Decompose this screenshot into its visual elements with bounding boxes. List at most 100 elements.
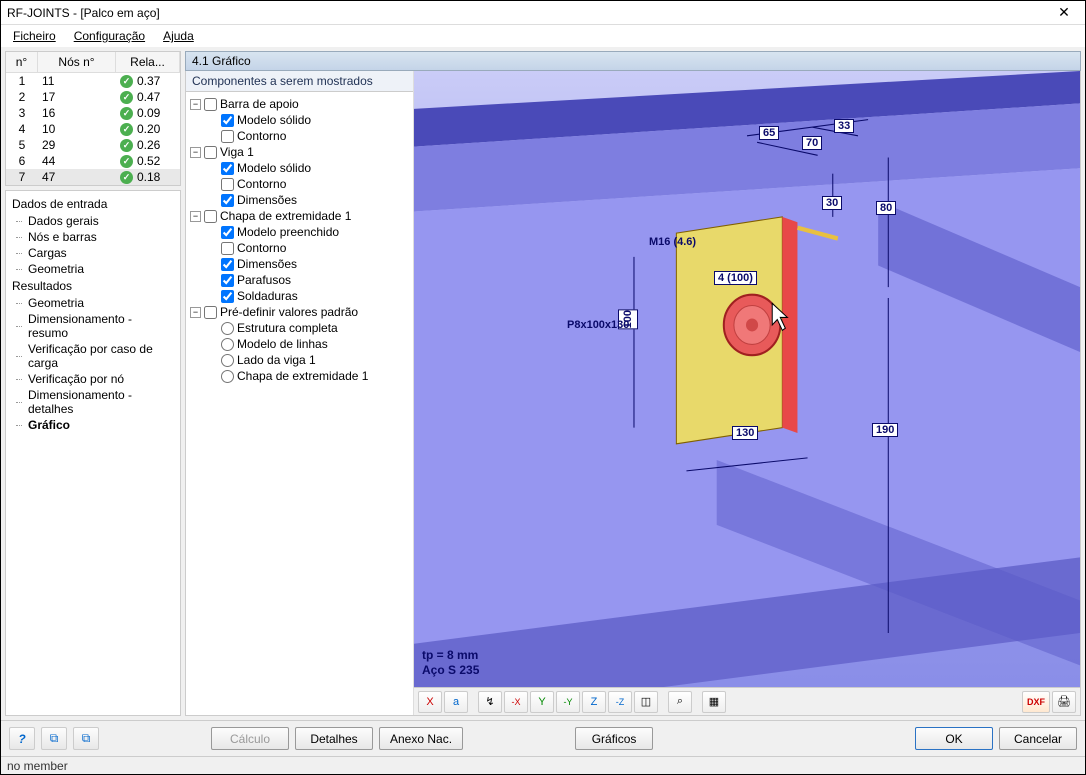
- help-button[interactable]: ?: [9, 727, 35, 750]
- nav-item[interactable]: Geometria: [8, 261, 178, 277]
- axes-a-button[interactable]: a: [444, 691, 468, 713]
- node-support-contour[interactable]: Contorno: [237, 129, 286, 143]
- chk-beam[interactable]: [204, 146, 217, 159]
- radio-preset-lines[interactable]: [221, 338, 234, 351]
- node-preset-lines[interactable]: Modelo de linhas: [237, 337, 328, 351]
- chk-plate[interactable]: [204, 210, 217, 223]
- chk-support[interactable]: [204, 98, 217, 111]
- table-row[interactable]: 747✓0.18: [6, 169, 180, 185]
- view-iso-button[interactable]: ↯: [478, 691, 502, 713]
- node-beam[interactable]: Viga 1: [220, 145, 254, 159]
- node-beam-dims[interactable]: Dimensões: [237, 193, 297, 207]
- dim-70: 70: [802, 136, 822, 150]
- chk-plate-bolts[interactable]: [221, 274, 234, 287]
- minus-icon[interactable]: −: [190, 307, 201, 318]
- node-plate-filled[interactable]: Modelo preenchido: [237, 225, 339, 239]
- node-support-solid[interactable]: Modelo sólido: [237, 113, 311, 127]
- view-ny-button[interactable]: -Y: [556, 691, 580, 713]
- table-row[interactable]: 644✓0.52: [6, 153, 180, 169]
- chk-beam-solid[interactable]: [221, 162, 234, 175]
- view-box-button[interactable]: ◫: [634, 691, 658, 713]
- nav-item[interactable]: Verificação por caso de carga: [8, 341, 178, 371]
- col-no[interactable]: n°: [6, 52, 38, 72]
- radio-preset-full[interactable]: [221, 322, 234, 335]
- nav-results-header: Resultados: [8, 277, 178, 295]
- menu-config[interactable]: Configuração: [66, 27, 153, 45]
- view-nz-button[interactable]: -Z: [608, 691, 632, 713]
- util2-button[interactable]: ⧉: [73, 727, 99, 750]
- nav-item[interactable]: Cargas: [8, 245, 178, 261]
- node-plate-bolts[interactable]: Parafusos: [237, 273, 291, 287]
- chk-preset[interactable]: [204, 306, 217, 319]
- dim-190: 190: [872, 423, 898, 437]
- nav-item[interactable]: Geometria: [8, 295, 178, 311]
- nav-item[interactable]: Dimensionamento - resumo: [8, 311, 178, 341]
- window-title: RF-JOINTS - [Palco em aço]: [7, 6, 1049, 20]
- ok-button[interactable]: OK: [915, 727, 993, 750]
- node-beam-solid[interactable]: Modelo sólido: [237, 161, 311, 175]
- node-plate-dims[interactable]: Dimensões: [237, 257, 297, 271]
- nav-item[interactable]: Nós e barras: [8, 229, 178, 245]
- label-plate-spec: P8x100x130: [564, 319, 632, 331]
- minus-icon[interactable]: −: [190, 99, 201, 110]
- details-button[interactable]: Detalhes: [295, 727, 373, 750]
- dxf-button[interactable]: DXF: [1022, 691, 1050, 713]
- minus-icon[interactable]: −: [190, 211, 201, 222]
- node-beam-contour[interactable]: Contorno: [237, 177, 286, 191]
- chk-support-contour[interactable]: [221, 130, 234, 143]
- chk-beam-dims[interactable]: [221, 194, 234, 207]
- chk-support-solid[interactable]: [221, 114, 234, 127]
- ok-icon: ✓: [120, 155, 133, 168]
- radio-preset-endplate[interactable]: [221, 370, 234, 383]
- results-table: n° Nós n° Rela... 111✓0.37217✓0.47316✓0.…: [5, 51, 181, 186]
- menu-file[interactable]: Ficheiro: [5, 27, 64, 45]
- calc-button[interactable]: Cálculo: [211, 727, 289, 750]
- view-y-button[interactable]: Y: [530, 691, 554, 713]
- table-row[interactable]: 316✓0.09: [6, 105, 180, 121]
- table-row[interactable]: 529✓0.26: [6, 137, 180, 153]
- radio-preset-side[interactable]: [221, 354, 234, 367]
- view-nx-button[interactable]: -X: [504, 691, 528, 713]
- col-ratio[interactable]: Rela...: [116, 52, 180, 72]
- nav-item[interactable]: Dados gerais: [8, 213, 178, 229]
- util1-button[interactable]: ⧉: [41, 727, 67, 750]
- 3d-viewport[interactable]: 65 70 33 30 80 100 130 190 M16 (4.6) P8x…: [414, 71, 1080, 687]
- titlebar: RF-JOINTS - [Palco em aço] ✕: [1, 1, 1085, 25]
- chk-plate-welds[interactable]: [221, 290, 234, 303]
- node-preset-endplate[interactable]: Chapa de extremidade 1: [237, 369, 368, 383]
- node-preset-side[interactable]: Lado da viga 1: [237, 353, 316, 367]
- zoom-button[interactable]: ⌕: [668, 691, 692, 713]
- node-preset-full[interactable]: Estrutura completa: [237, 321, 338, 335]
- ok-icon: ✓: [120, 91, 133, 104]
- minus-icon[interactable]: −: [190, 147, 201, 158]
- menu-help[interactable]: Ajuda: [155, 27, 202, 45]
- chk-plate-filled[interactable]: [221, 226, 234, 239]
- graphics-button[interactable]: Gráficos: [575, 727, 653, 750]
- table-row[interactable]: 410✓0.20: [6, 121, 180, 137]
- node-preset[interactable]: Pré-definir valores padrão: [220, 305, 358, 319]
- dim-130: 130: [732, 426, 758, 440]
- nav-item[interactable]: Verificação por nó: [8, 371, 178, 387]
- view-z-button[interactable]: Z: [582, 691, 606, 713]
- print-button[interactable]: 🖨: [1052, 691, 1076, 713]
- node-plate-contour[interactable]: Contorno: [237, 241, 286, 255]
- table-row[interactable]: 111✓0.37: [6, 73, 180, 89]
- table-row[interactable]: 217✓0.47: [6, 89, 180, 105]
- node-support[interactable]: Barra de apoio: [220, 97, 299, 111]
- ok-icon: ✓: [120, 139, 133, 152]
- nav-item[interactable]: Gráfico: [8, 417, 178, 433]
- chk-plate-dims[interactable]: [221, 258, 234, 271]
- close-icon[interactable]: ✕: [1049, 4, 1079, 21]
- dim-30: 30: [822, 196, 842, 210]
- nav-tree: Dados de entrada Dados geraisNós e barra…: [5, 190, 181, 716]
- node-plate[interactable]: Chapa de extremidade 1: [220, 209, 351, 223]
- annex-button[interactable]: Anexo Nac.: [379, 727, 463, 750]
- axes-x-button[interactable]: X: [418, 691, 442, 713]
- col-nodes[interactable]: Nós n°: [38, 52, 116, 72]
- cancel-button[interactable]: Cancelar: [999, 727, 1077, 750]
- nav-item[interactable]: Dimensionamento - detalhes: [8, 387, 178, 417]
- chk-beam-contour[interactable]: [221, 178, 234, 191]
- node-plate-welds[interactable]: Soldaduras: [237, 289, 298, 303]
- layers-button[interactable]: ▦: [702, 691, 726, 713]
- chk-plate-contour[interactable]: [221, 242, 234, 255]
